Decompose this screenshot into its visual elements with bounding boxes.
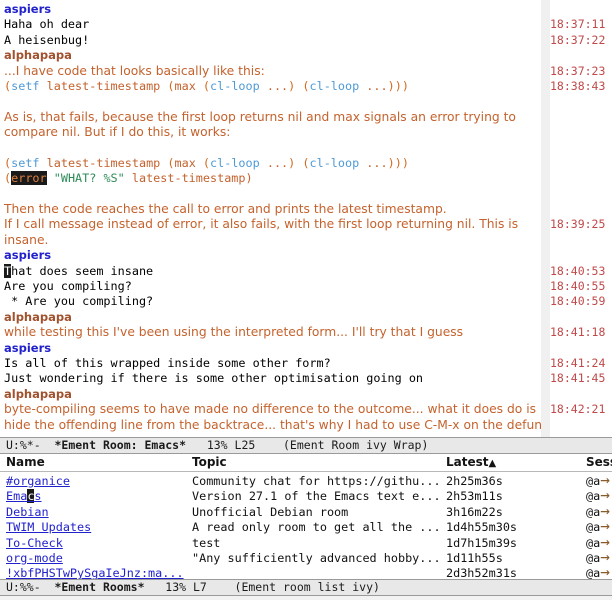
room-list-table: Name Topic Latest▲ Sess #organice Commun… bbox=[0, 454, 612, 579]
message-line: while testing this I've been using the i… bbox=[4, 325, 464, 340]
modeline-chat[interactable]: U:%*- *Ement Room: Emacs* 13% L25 (Ement… bbox=[0, 437, 612, 454]
modeline-flags: U:%%- bbox=[6, 580, 41, 594]
message-line: Is all of this wrapped inside some other… bbox=[4, 355, 331, 370]
room-name[interactable]: !xbfPHSTwPySgaIeJnz:ma... bbox=[6, 564, 184, 579]
message-line: A heisenbug! bbox=[4, 32, 90, 47]
timestamp: 18:37:11 bbox=[550, 17, 606, 32]
timestamp: 18:41:18 bbox=[550, 325, 606, 340]
region-highlight: error bbox=[11, 171, 47, 186]
room-name-with-cursor: Emacs bbox=[6, 489, 42, 504]
table-row[interactable]: TWIM Updates A read only room to get all… bbox=[0, 518, 612, 534]
modeline-position: 13% L25 bbox=[206, 438, 256, 452]
timestamp: 18:37:22 bbox=[550, 32, 606, 47]
message-line-with-cursor: That does seem insane bbox=[4, 263, 154, 278]
room-list-window[interactable]: Name Topic Latest▲ Sess #organice Commun… bbox=[0, 454, 612, 579]
message-line: hide the offending line from the backtra… bbox=[4, 417, 541, 432]
message-line: compare nil. But if I do this, it works: bbox=[4, 125, 231, 140]
emacs-frame: aspiers Haha oh dear A heisenbug! alphap… bbox=[0, 0, 612, 600]
timestamp: 18:40:55 bbox=[550, 279, 606, 294]
message-line: ...I have code that looks basically like… bbox=[4, 63, 265, 78]
message-line: Then the code reaches the call to error … bbox=[4, 202, 447, 217]
timestamp-column: 18:37:11 18:37:22 18:37:23 18:38:43 18:3… bbox=[550, 0, 612, 437]
column-header-topic[interactable]: Topic bbox=[192, 454, 442, 470]
sort-ascending-icon: ▲ bbox=[488, 458, 497, 469]
code-line-highlighted: (error "WHAT? %S" latest-timestamp) bbox=[4, 171, 541, 186]
timestamp: 18:41:45 bbox=[550, 371, 606, 386]
modeline-modes: (Ement Room ivy Wrap) bbox=[283, 438, 429, 452]
timestamp-blank bbox=[550, 2, 612, 17]
modeline-position: 13% L7 bbox=[165, 580, 207, 594]
table-row[interactable]: !xbfPHSTwPySgaIeJnz:ma... 2d3h52m31s @a→ bbox=[0, 564, 612, 579]
nick-aspiers[interactable]: aspiers bbox=[4, 341, 51, 355]
modeline-flags: U:%*- bbox=[6, 438, 41, 452]
code-line: (setf latest-timestamp (max (cl-loop ...… bbox=[4, 155, 409, 170]
nick-aspiers[interactable]: aspiers bbox=[4, 248, 51, 262]
table-row[interactable]: Emacs Version 27.1 of the Emacs text e..… bbox=[0, 487, 612, 504]
message-line: Haha oh dear bbox=[4, 17, 90, 32]
table-row[interactable]: Debian Unofficial Debian room 3h16m22s @… bbox=[0, 503, 612, 519]
nick-aspiers[interactable]: aspiers bbox=[4, 2, 51, 16]
message-line: Are you compiling? bbox=[4, 279, 132, 294]
timestamp: 18:38:43 bbox=[550, 78, 606, 93]
table-row[interactable]: To-Check test 1d7h15m39s @a→ bbox=[0, 534, 612, 550]
message-nick[interactable]: alphapapa bbox=[4, 48, 541, 63]
message-line: byte-compiling seems to have made no dif… bbox=[4, 402, 537, 417]
window-fringe bbox=[541, 0, 550, 437]
message-line: insane. bbox=[4, 232, 49, 247]
modeline-modes: (Ement room list ivy) bbox=[234, 580, 380, 594]
nick-alphapapa[interactable]: alphapapa bbox=[4, 387, 72, 401]
message-nick[interactable]: alphapapa bbox=[4, 310, 541, 325]
message-nick[interactable]: aspiers bbox=[4, 248, 541, 263]
message-nick[interactable]: alphapapa bbox=[4, 387, 541, 402]
line-continuation-icon: → bbox=[600, 564, 610, 579]
timestamp-blank bbox=[550, 48, 612, 63]
message-nick[interactable]: aspiers bbox=[4, 2, 541, 17]
message-line: If I call message instead of error, it a… bbox=[4, 217, 519, 232]
message-line: Just wondering if there is some other op… bbox=[4, 371, 424, 386]
table-row[interactable]: #organice Community chat for https://git… bbox=[0, 472, 612, 488]
timestamp: 18:39:25 bbox=[550, 217, 606, 232]
timestamp: 18:42:21 bbox=[550, 402, 606, 417]
column-header-session[interactable]: Sess bbox=[586, 454, 612, 470]
chat-message-list[interactable]: aspiers Haha oh dear A heisenbug! alphap… bbox=[0, 0, 541, 437]
nick-alphapapa[interactable]: alphapapa bbox=[4, 310, 72, 324]
chat-window[interactable]: aspiers Haha oh dear A heisenbug! alphap… bbox=[0, 0, 612, 437]
table-row[interactable]: org-mode "Any sufficiently advanced hobb… bbox=[0, 549, 612, 565]
modeline-buffer-name[interactable]: *Ement Rooms* bbox=[54, 580, 144, 594]
table-header-row: Name Topic Latest▲ Sess bbox=[0, 454, 612, 472]
code-line: (setf latest-timestamp (max (cl-loop ...… bbox=[4, 78, 409, 93]
room-session: @a→ bbox=[586, 564, 612, 579]
message-nick[interactable]: aspiers bbox=[4, 341, 541, 356]
column-header-latest-label: Latest bbox=[446, 455, 489, 469]
timestamp: 18:41:24 bbox=[550, 355, 606, 370]
message-line: As is, that fails, because the first loo… bbox=[4, 109, 516, 124]
timestamp: 18:37:23 bbox=[550, 63, 606, 78]
code-symbol: latest-timestamp) bbox=[124, 171, 253, 186]
modeline-buffer-name[interactable]: *Ement Room: Emacs* bbox=[54, 438, 186, 452]
message-line: * Are you compiling? bbox=[4, 294, 154, 309]
modeline-room-list[interactable]: U:%%- *Ement Rooms* 13% L7 (Ement room l… bbox=[0, 579, 612, 596]
minibuffer[interactable] bbox=[0, 596, 612, 600]
column-header-name[interactable]: Name bbox=[6, 454, 184, 470]
code-string: "WHAT? %S" bbox=[53, 171, 125, 186]
timestamp: 18:40:59 bbox=[550, 294, 606, 309]
timestamp: 18:40:53 bbox=[550, 263, 606, 278]
room-latest: 2d3h52m31s bbox=[446, 566, 518, 579]
nick-alphapapa[interactable]: alphapapa bbox=[4, 48, 72, 62]
column-header-latest[interactable]: Latest▲ bbox=[446, 454, 554, 472]
